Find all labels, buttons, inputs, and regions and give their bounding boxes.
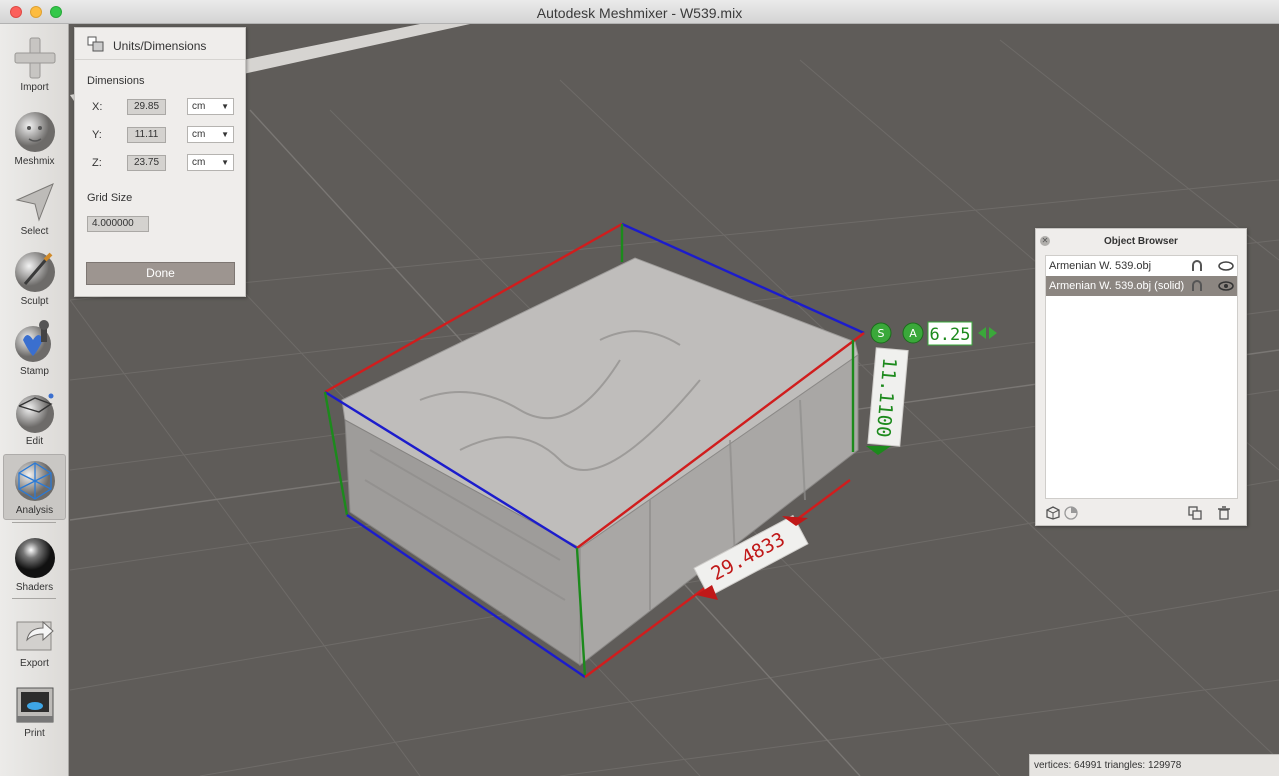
panel-title: Units/Dimensions — [113, 39, 207, 53]
print-label: Print — [24, 728, 45, 739]
object-row-selected[interactable]: Armenian W. 539.obj (solid) — [1046, 276, 1237, 296]
meshmixer-window: Autodesk Meshmixer - W539.mix S A 6.25 1… — [0, 0, 1279, 776]
units-cube-icon — [87, 36, 104, 52]
object-name: Armenian W. 539.obj — [1049, 260, 1152, 272]
dim-y-unit-select[interactable]: cm ▼ — [187, 126, 234, 143]
sculpt-label: Sculpt — [20, 296, 49, 307]
shaders-label: Shaders — [15, 582, 54, 593]
dim-y-unit-text: cm — [192, 129, 206, 140]
stamp-tool[interactable]: Stamp — [3, 316, 66, 382]
export-arrow-icon — [16, 620, 54, 651]
dim-x-unit-text: cm — [192, 101, 206, 112]
edit-sphere-icon — [15, 393, 54, 433]
meshmix-label: Meshmix — [14, 156, 55, 167]
sculpt-tool[interactable]: Sculpt — [3, 246, 66, 312]
meshmix-tool[interactable]: Meshmix — [3, 106, 66, 172]
select-label: Select — [20, 226, 49, 237]
scale-right-arrow[interactable] — [989, 327, 997, 339]
object-name: Armenian W. 539.obj (solid) — [1049, 280, 1185, 292]
analysis-mesh-icon — [14, 461, 55, 501]
edit-tool[interactable]: Edit — [3, 386, 66, 452]
stamp-label: Stamp — [20, 366, 49, 377]
dim-x-unit-select[interactable]: cm ▼ — [187, 98, 234, 115]
magnet-icon[interactable] — [1190, 279, 1204, 293]
toolbar-divider — [12, 598, 56, 599]
cube-icon[interactable] — [1046, 506, 1060, 520]
magnet-icon[interactable] — [1190, 259, 1204, 273]
left-toolbar: Import Meshmix Select Sculpt Stamp Edit … — [0, 24, 69, 776]
scale-badge-s-text: S — [878, 327, 885, 340]
dim-y-field[interactable]: 11.11 — [127, 127, 166, 143]
face-sphere-icon — [14, 112, 55, 152]
title-bar: Autodesk Meshmixer - W539.mix — [0, 0, 1279, 24]
scale-left-arrow[interactable] — [978, 327, 986, 339]
done-button[interactable]: Done — [86, 262, 235, 285]
analysis-tool[interactable]: Analysis — [3, 454, 66, 520]
window-title: Autodesk Meshmixer - W539.mix — [536, 5, 743, 21]
dim-y-label: Y: — [92, 129, 102, 141]
dim-z-label: Z: — [92, 157, 102, 169]
print-tool[interactable]: Print — [3, 678, 66, 744]
trash-icon[interactable] — [1217, 506, 1231, 520]
dim-x-field[interactable]: 29.85 — [127, 99, 166, 115]
edit-label: Edit — [25, 436, 44, 447]
toolbar-divider — [12, 522, 56, 523]
chevron-down-icon: ▼ — [221, 158, 229, 167]
plus-icon — [14, 37, 55, 79]
units-dimensions-panel: Units/Dimensions Dimensions X: 29.85 cm ▼… — [74, 27, 246, 297]
dim-z-field[interactable]: 23.75 — [127, 155, 166, 171]
import-label: Import — [20, 82, 49, 93]
brush-sphere-icon — [14, 252, 55, 292]
object-browser-title: Object Browser — [1104, 236, 1178, 247]
object-list: Armenian W. 539.obj Armenian W. 539.obj … — [1045, 255, 1238, 499]
analysis-label: Analysis — [15, 505, 54, 516]
status-bar: vertices: 64991 triangles: 129978 — [1029, 754, 1279, 776]
shaders-tool[interactable]: Shaders — [3, 532, 66, 598]
scale-value-text: 6.25 — [930, 325, 971, 345]
select-tool[interactable]: Select — [3, 176, 66, 242]
dim-z-unit-text: cm — [192, 157, 206, 168]
printer-icon — [16, 687, 53, 723]
pie-icon[interactable] — [1064, 506, 1078, 520]
scale-badge-a-text: A — [909, 327, 917, 340]
panel-header: Units/Dimensions — [75, 28, 245, 60]
grid-size-field[interactable]: 4.000000 — [87, 216, 149, 232]
dimensions-heading: Dimensions — [87, 75, 145, 87]
export-tool[interactable]: Export — [3, 608, 66, 674]
stamp-icon — [14, 320, 51, 362]
object-browser-panel: ✕ Object Browser Armenian W. 539.obj Arm… — [1035, 228, 1247, 526]
object-row[interactable]: Armenian W. 539.obj — [1046, 256, 1237, 276]
export-label: Export — [20, 658, 49, 669]
chevron-down-icon: ▼ — [221, 130, 229, 139]
eye-icon[interactable] — [1218, 279, 1234, 293]
shader-sphere-icon — [14, 538, 55, 578]
arrow-cursor-icon — [14, 183, 54, 222]
dim-z-unit-select[interactable]: cm ▼ — [187, 154, 234, 171]
dim-x-label: X: — [92, 101, 103, 113]
chevron-down-icon: ▼ — [221, 102, 229, 111]
eye-closed-icon[interactable] — [1218, 259, 1234, 273]
duplicate-icon[interactable] — [1188, 506, 1202, 520]
grid-size-heading: Grid Size — [87, 192, 133, 204]
import-tool[interactable]: Import — [3, 32, 66, 98]
